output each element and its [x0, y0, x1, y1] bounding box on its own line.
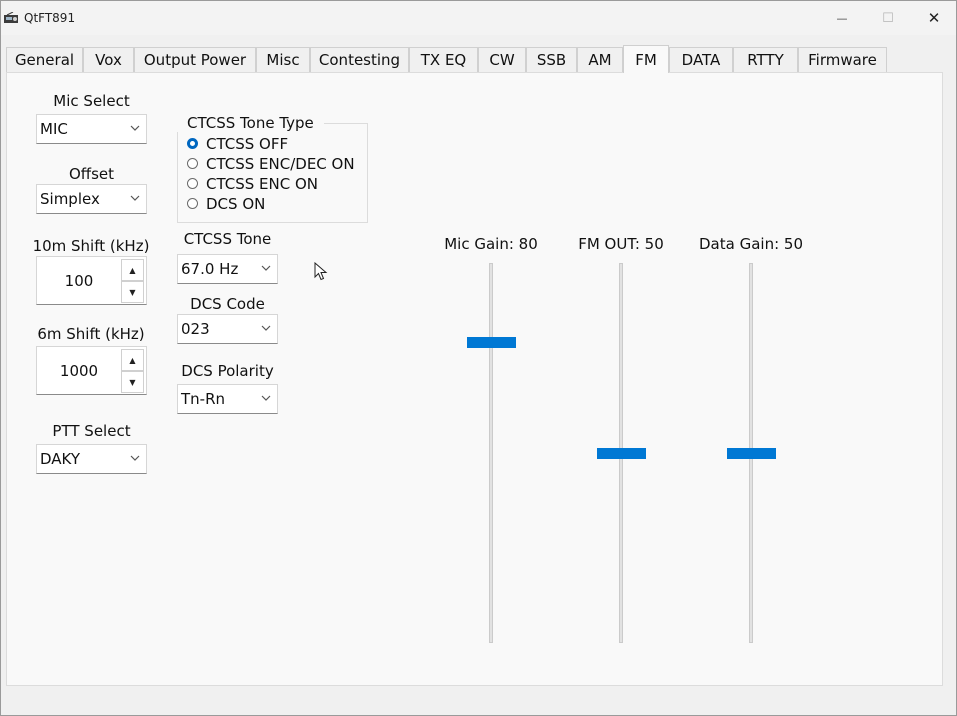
close-icon: ✕ [927, 9, 941, 27]
chevron-down-icon [130, 195, 140, 201]
dcs-polarity-label: DCS Polarity [181, 362, 274, 380]
shift10-spinbox[interactable]: 100 ▲ ▼ [36, 256, 147, 305]
mic-gain-label: Mic Gain: 80 [444, 235, 538, 253]
tab-misc[interactable]: Misc [256, 47, 310, 72]
maximize-button[interactable]: ☐ [865, 1, 911, 35]
shift10-label: 10m Shift (kHz) [32, 237, 150, 255]
shift6-down-button[interactable]: ▼ [121, 371, 144, 393]
ctcss-tone-value: 67.0 Hz [181, 260, 239, 278]
dcs-code-value: 023 [181, 320, 210, 338]
tab-firmware[interactable]: Firmware [798, 47, 887, 72]
window-title: QtFT891 [24, 11, 76, 25]
tab-general[interactable]: General [6, 47, 83, 72]
ctcss-tone-type-title: CTCSS Tone Type [177, 114, 324, 132]
mic-gain-slider-track[interactable] [489, 263, 493, 643]
shift10-value: 100 [64, 272, 94, 290]
tab-output-power[interactable]: Output Power [134, 47, 256, 72]
ctcss-tone-combo[interactable]: 67.0 Hz [177, 254, 278, 284]
radio-unchecked-icon [187, 198, 198, 209]
shift10-up-button[interactable]: ▲ [121, 259, 144, 281]
tab-data[interactable]: DATA [669, 47, 733, 72]
fm-out-label: FM OUT: 50 [578, 235, 664, 253]
radio-app-icon [4, 12, 18, 23]
mic-gain-slider-thumb[interactable] [467, 337, 516, 348]
chevron-down-icon [261, 395, 271, 401]
shift6-spinbox[interactable]: 1000 ▲ ▼ [36, 346, 147, 395]
tab-ssb[interactable]: SSB [526, 47, 577, 72]
close-button[interactable]: ✕ [911, 1, 956, 35]
tab-tx-eq[interactable]: TX EQ [409, 47, 478, 72]
chevron-down-icon [130, 455, 140, 461]
mic-select-combo[interactable]: MIC [36, 114, 147, 144]
tab-am[interactable]: AM [577, 47, 623, 72]
tab-cw[interactable]: CW [478, 47, 526, 72]
radio-unchecked-icon [187, 178, 198, 189]
tab-contesting[interactable]: Contesting [310, 47, 409, 72]
tab-rtty[interactable]: RTTY [733, 47, 798, 72]
offset-combo[interactable]: Simplex [36, 184, 147, 214]
radio-ctcss-enc-on-label: CTCSS ENC ON [206, 175, 319, 193]
radio-dcs-on-label: DCS ON [206, 195, 266, 213]
tab-fm[interactable]: FM [623, 45, 669, 73]
radio-checked-icon [187, 138, 198, 149]
chevron-down-icon [261, 325, 271, 331]
mic-select-value: MIC [40, 120, 68, 138]
maximize-icon: ☐ [882, 10, 894, 26]
title-bar[interactable]: QtFT891 — ☐ ✕ [1, 1, 956, 35]
shift6-up-button[interactable]: ▲ [121, 349, 144, 371]
dcs-code-label: DCS Code [190, 295, 265, 313]
main-window: QtFT891 — ☐ ✕ General Vox Output Power M… [0, 0, 957, 716]
chevron-down-icon [261, 265, 271, 271]
mouse-cursor-icon [314, 262, 328, 281]
shift6-value: 1000 [59, 362, 99, 380]
radio-ctcss-off-label: CTCSS OFF [206, 135, 289, 153]
data-gain-slider-thumb[interactable] [727, 448, 776, 459]
shift10-down-button[interactable]: ▼ [121, 281, 144, 303]
chevron-down-icon [130, 125, 140, 131]
ctcss-tone-label: CTCSS Tone [183, 230, 272, 248]
dcs-code-combo[interactable]: 023 [177, 314, 278, 344]
tab-vox[interactable]: Vox [83, 47, 134, 72]
minimize-icon: — [836, 11, 848, 25]
radio-unchecked-icon [187, 158, 198, 169]
offset-label: Offset [68, 165, 115, 183]
dcs-polarity-value: Tn-Rn [181, 390, 226, 408]
mic-select-label: Mic Select [53, 92, 130, 110]
offset-value: Simplex [40, 190, 100, 208]
shift6-label: 6m Shift (kHz) [37, 325, 145, 343]
ptt-select-combo[interactable]: DAKY [36, 444, 147, 474]
radio-ctcss-enc-dec-on-label: CTCSS ENC/DEC ON [206, 155, 355, 173]
ptt-select-value: DAKY [40, 450, 81, 468]
ptt-select-label: PTT Select [52, 422, 131, 440]
fm-out-slider-thumb[interactable] [597, 448, 646, 459]
dcs-polarity-combo[interactable]: Tn-Rn [177, 384, 278, 414]
minimize-button[interactable]: — [819, 1, 865, 35]
tab-bar: General Vox Output Power Misc Contesting… [1, 45, 956, 73]
data-gain-label: Data Gain: 50 [699, 235, 803, 253]
